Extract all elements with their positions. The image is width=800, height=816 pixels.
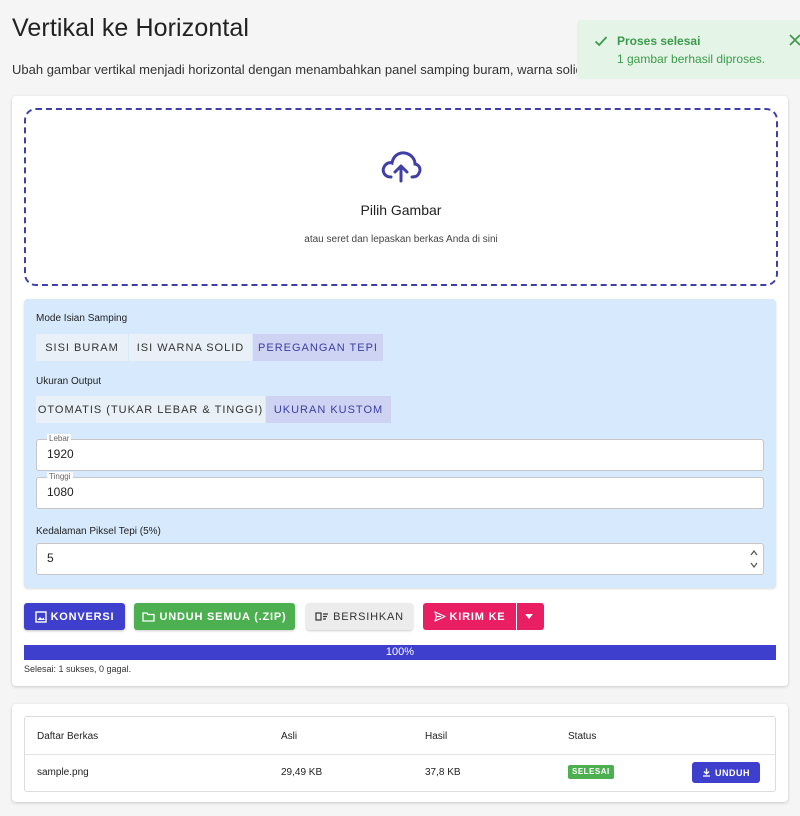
clear-list-icon xyxy=(315,612,329,621)
download-file-button-label: UNDUH xyxy=(715,767,750,778)
file-original-size: 29,49 KB xyxy=(281,767,323,778)
fill-mode-solid-button[interactable]: ISI WARNA SOLID xyxy=(129,334,252,361)
converter-card: Pilih Gambar atau seret dan lepaskan ber… xyxy=(12,96,788,686)
close-icon[interactable] xyxy=(787,32,800,48)
clear-button-label: BERSIHKAN xyxy=(333,610,404,623)
clear-button[interactable]: BERSIHKAN xyxy=(306,603,413,630)
edge-depth-field[interactable] xyxy=(36,543,764,575)
height-input[interactable] xyxy=(47,478,737,506)
progress-status: Selesai: 1 sukses, 0 gagal. xyxy=(24,664,132,674)
file-name: sample.png xyxy=(37,767,89,778)
send-to-button-label: KIRIM KE xyxy=(449,610,506,623)
folder-icon xyxy=(142,612,156,622)
progress-bar: 100% xyxy=(24,645,776,660)
file-result-size: 37,8 KB xyxy=(425,767,461,778)
fill-mode-label: Mode Isian Samping xyxy=(36,313,128,324)
page-subtitle: Ubah gambar vertikal menjadi horizontal … xyxy=(12,62,587,77)
check-icon xyxy=(594,36,608,47)
settings-panel: Mode Isian Samping SISI BURAM ISI WARNA … xyxy=(24,299,776,588)
table-header-name: Daftar Berkas xyxy=(37,731,99,742)
fill-mode-stretch-button[interactable]: PEREGANGAN TEPI xyxy=(253,334,383,361)
send-icon xyxy=(433,611,446,622)
width-input[interactable] xyxy=(47,440,737,468)
toast-title: Proses selesai xyxy=(617,34,701,48)
success-toast: Proses selesai 1 gambar berhasil diprose… xyxy=(577,20,800,79)
progress-label: 100% xyxy=(385,646,415,658)
output-size-custom-button[interactable]: UKURAN KUSTOM xyxy=(266,396,391,423)
width-field[interactable]: Lebar xyxy=(36,434,764,471)
convert-button-label: KONVERSI xyxy=(50,610,115,623)
table-header-original: Asli xyxy=(281,731,298,742)
output-size-auto-button[interactable]: OTOMATIS (TUKAR LEBAR & TINGGI) xyxy=(36,396,265,423)
page-title: Vertikal ke Horizontal xyxy=(12,14,250,42)
cloud-upload-icon xyxy=(381,151,422,183)
toast-message: 1 gambar berhasil diproses. xyxy=(617,52,766,66)
send-to-button[interactable]: KIRIM KE xyxy=(423,603,516,630)
image-icon xyxy=(34,610,47,623)
table-header-status: Status xyxy=(568,731,597,742)
send-to-dropdown-button[interactable] xyxy=(517,603,544,630)
number-stepper-icon[interactable] xyxy=(749,547,759,571)
convert-button[interactable]: KONVERSI xyxy=(24,603,125,630)
file-table: Daftar Berkas Asli Hasil Status sample.p… xyxy=(24,716,776,792)
table-header-result: Hasil xyxy=(425,731,448,742)
status-badge: SELESAI xyxy=(568,765,614,779)
height-field[interactable]: Tinggi xyxy=(36,472,764,509)
dropzone-title: Pilih Gambar xyxy=(360,202,442,218)
download-all-button-label: UNDUH SEMUA (.ZIP) xyxy=(159,610,287,623)
table-divider xyxy=(25,754,775,755)
file-dropzone[interactable]: Pilih Gambar atau seret dan lepaskan ber… xyxy=(24,108,778,286)
edge-depth-label: Kedalaman Piksel Tepi (5%) xyxy=(36,526,161,537)
output-size-label: Ukuran Output xyxy=(36,376,102,387)
download-all-button[interactable]: UNDUH SEMUA (.ZIP) xyxy=(134,603,295,630)
dropzone-hint: atau seret dan lepaskan berkas Anda di s… xyxy=(304,234,498,245)
edge-depth-input[interactable] xyxy=(47,544,737,572)
download-file-button[interactable]: UNDUH xyxy=(692,762,760,783)
file-list-card: Daftar Berkas Asli Hasil Status sample.p… xyxy=(12,704,788,802)
download-icon xyxy=(703,768,710,777)
fill-mode-blur-button[interactable]: SISI BURAM xyxy=(36,334,128,361)
caret-down-icon xyxy=(524,614,533,619)
